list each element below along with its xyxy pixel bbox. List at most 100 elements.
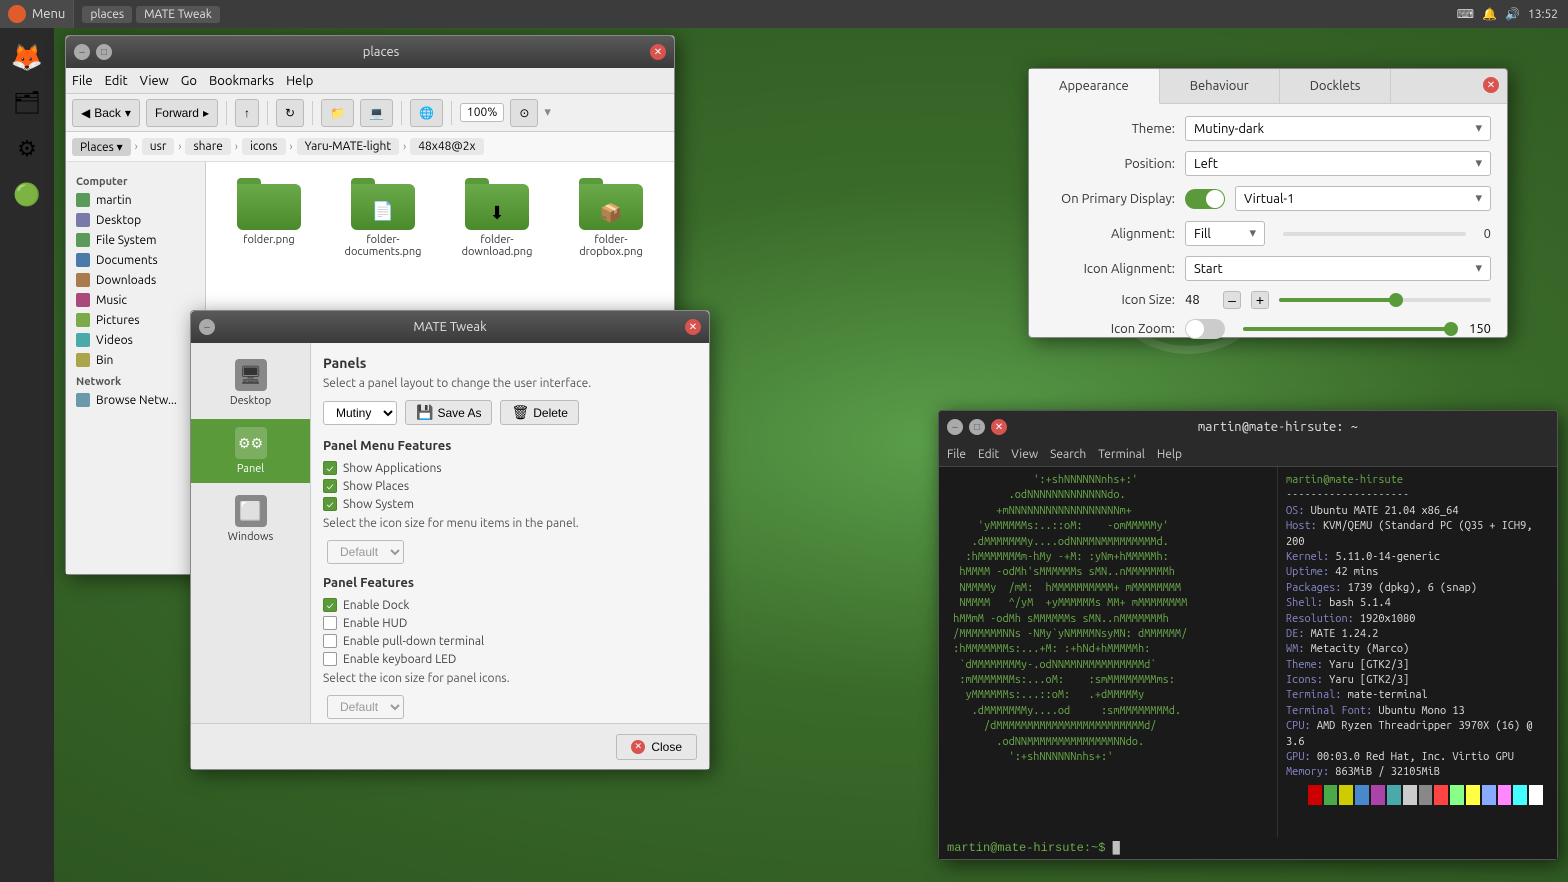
folder-btn[interactable]: 📁 <box>321 99 354 127</box>
tab-docklets[interactable]: Docklets <box>1280 69 1392 103</box>
sidebar-pictures[interactable]: Pictures <box>66 310 205 330</box>
zoom-display: 100% <box>460 103 504 122</box>
terminal-menu-edit[interactable]: Edit <box>978 448 999 461</box>
panel-features-title: Panel Features <box>323 576 697 590</box>
up-btn[interactable]: ↑ <box>235 99 259 127</box>
places-menu-help[interactable]: Help <box>286 74 313 88</box>
terminal-maximize-btn[interactable]: □ <box>969 419 985 435</box>
breadcrumb-places[interactable]: Places ▾ <box>72 138 131 156</box>
position-dropdown[interactable]: Left ▾ <box>1185 151 1491 176</box>
appearance-close-btn[interactable]: ✕ <box>1483 77 1499 93</box>
icon-size-slider[interactable] <box>1279 298 1491 302</box>
sidebar-icon-settings[interactable]: ⚙ <box>6 128 48 170</box>
reload-btn[interactable]: ↻ <box>276 99 304 127</box>
tweak-nav-panel[interactable]: ⚙⚙ Panel <box>191 419 310 483</box>
network-btn[interactable]: 🌐 <box>410 99 443 127</box>
sidebar-icon-apps[interactable]: 🟢 <box>6 174 48 216</box>
back-btn[interactable]: ◀ Back ▾ <box>72 99 140 127</box>
sidebar-desktop[interactable]: Desktop <box>66 210 205 230</box>
tweak-minimize-btn[interactable]: – <box>199 319 215 335</box>
sidebar-documents[interactable]: Documents <box>66 250 205 270</box>
taskbar-menu[interactable]: Menu <box>0 0 74 28</box>
icon-size-minus-btn[interactable]: – <box>1223 291 1241 309</box>
enable-pulldown-checkbox[interactable] <box>323 634 337 648</box>
terminal-menu-terminal[interactable]: Terminal <box>1098 448 1145 461</box>
tweak-close-footer-btn[interactable]: ✕ Close <box>616 734 697 760</box>
taskbar-app-places[interactable]: places <box>82 6 132 23</box>
sidebar-downloads[interactable]: Downloads <box>66 270 205 290</box>
places-menu-go[interactable]: Go <box>181 74 197 88</box>
sidebar-icon-firefox[interactable]: 🦊 <box>6 36 48 78</box>
places-minimize-btn[interactable]: – <box>74 44 90 60</box>
computer-btn[interactable]: 💻 <box>360 99 393 127</box>
primary-display-dropdown[interactable]: Virtual-1 ▾ <box>1235 186 1491 211</box>
videos-icon <box>76 333 90 347</box>
alignment-dropdown[interactable]: Fill ▾ <box>1185 221 1265 246</box>
breadcrumb-size[interactable]: 48x48@2x <box>410 138 483 155</box>
icon-alignment-label: Icon Alignment: <box>1045 262 1175 276</box>
terminal-menu-help[interactable]: Help <box>1157 448 1182 461</box>
icon-zoom-toggle[interactable] <box>1185 319 1225 339</box>
show-system-checkbox[interactable]: ✓ <box>323 497 337 511</box>
icon-size-label: Icon Size: <box>1045 293 1175 307</box>
terminal-prompt-line[interactable]: martin@mate-hirsute:~$ █ <box>939 837 1557 859</box>
breadcrumb-icons[interactable]: icons <box>242 138 286 155</box>
primary-display-row: On Primary Display: Virtual-1 ▾ <box>1045 186 1491 211</box>
show-places-checkbox[interactable]: ✓ <box>323 479 337 493</box>
neofetch-memory: Memory: 863MiB / 32105MiB <box>1286 765 1549 780</box>
breadcrumb-share[interactable]: share <box>185 138 230 155</box>
taskbar-app-tweak[interactable]: MATE Tweak <box>136 6 220 23</box>
tweak-nav-desktop[interactable]: 🖥 Desktop <box>191 351 310 415</box>
primary-display-toggle[interactable] <box>1185 189 1225 209</box>
settings-icon: ⚙ <box>17 136 37 162</box>
enable-hud-label: Enable HUD <box>343 617 407 630</box>
places-menu-bookmarks[interactable]: Bookmarks <box>209 74 274 88</box>
sidebar-martin[interactable]: martin <box>66 190 205 210</box>
tab-appearance[interactable]: Appearance <box>1029 69 1160 104</box>
places-close-btn[interactable]: ✕ <box>650 44 666 60</box>
places-menu-edit[interactable]: Edit <box>105 74 128 88</box>
icon-size-row: Icon Size: 48 – + <box>1045 291 1491 309</box>
icon-zoom-slider[interactable] <box>1243 327 1451 331</box>
panel-layout-dropdown[interactable]: Mutiny <box>323 401 397 425</box>
tweak-nav-windows[interactable]: ⬜ Windows <box>191 487 310 551</box>
enable-hud-checkbox[interactable] <box>323 616 337 630</box>
theme-value: Mutiny-dark <box>1194 122 1264 136</box>
breadcrumb-usr[interactable]: usr <box>142 138 175 155</box>
terminal-close-btn[interactable]: ✕ <box>991 419 1007 435</box>
enable-dock-checkbox[interactable]: ✓ <box>323 598 337 612</box>
save-as-btn[interactable]: 💾 Save As <box>405 400 492 425</box>
forward-btn[interactable]: Forward ▸ <box>146 99 218 127</box>
sidebar-browse-network[interactable]: Browse Netw... <box>66 390 205 410</box>
icon-size-plus-btn[interactable]: + <box>1251 291 1269 309</box>
sidebar-icon-files[interactable]: 🗂 <box>6 82 48 124</box>
show-applications-checkbox[interactable]: ✓ <box>323 461 337 475</box>
sidebar-music[interactable]: Music <box>66 290 205 310</box>
swatch-15 <box>1529 785 1543 805</box>
breadcrumb-yaru[interactable]: Yaru-MATE-light <box>297 138 400 155</box>
neofetch-cpu: CPU: AMD Ryzen Threadripper 3970X (16) @… <box>1286 719 1549 750</box>
panel-icon-size-dropdown[interactable]: Default <box>327 695 404 719</box>
alignment-value: Fill <box>1194 227 1211 241</box>
menu-icon-size-dropdown[interactable]: Default <box>327 540 404 564</box>
icon-alignment-dropdown[interactable]: Start ▾ <box>1185 256 1491 281</box>
delete-btn[interactable]: 🗑 Delete <box>500 400 578 425</box>
filesystem-icon <box>76 233 90 247</box>
show-system-item: ✓ Show System <box>323 495 697 513</box>
terminal-menu-search[interactable]: Search <box>1050 448 1086 461</box>
tab-behaviour[interactable]: Behaviour <box>1160 69 1280 103</box>
terminal-minimize-btn[interactable]: – <box>947 419 963 435</box>
theme-dropdown[interactable]: Mutiny-dark ▾ <box>1185 116 1491 141</box>
sidebar-bin[interactable]: Bin <box>66 350 205 370</box>
terminal-menu-view[interactable]: View <box>1011 448 1038 461</box>
menu-icon-size-row: Default <box>323 540 697 564</box>
sidebar-videos[interactable]: Videos <box>66 330 205 350</box>
zoom-extra-btn[interactable]: ⊙ <box>510 99 538 127</box>
terminal-menu-file[interactable]: File <box>947 448 966 461</box>
places-menu-view[interactable]: View <box>140 74 169 88</box>
sidebar-filesystem[interactable]: File System <box>66 230 205 250</box>
tweak-close-btn[interactable]: ✕ <box>685 319 701 335</box>
places-maximize-btn[interactable]: □ <box>96 44 112 60</box>
enable-keyboard-led-checkbox[interactable] <box>323 652 337 666</box>
places-menu-file[interactable]: File <box>72 74 93 88</box>
